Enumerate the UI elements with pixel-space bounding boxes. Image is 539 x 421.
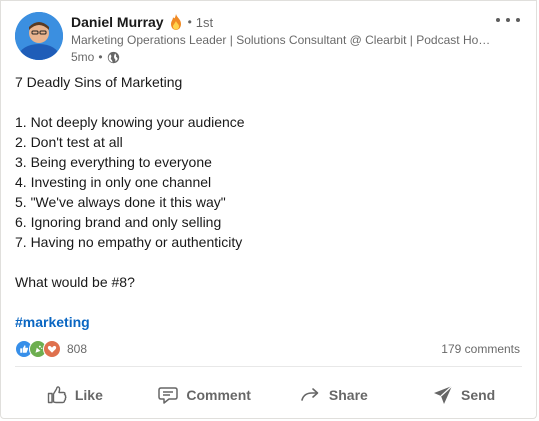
actions-divider [15, 366, 522, 367]
reactions-summary[interactable]: 808 [15, 340, 87, 358]
more-options-icon[interactable] [496, 11, 520, 29]
send-label: Send [461, 387, 496, 403]
author-name[interactable]: Daniel Murray [71, 14, 164, 30]
fire-icon [169, 14, 183, 30]
post-time: 5mo [71, 50, 95, 64]
post-line: 4. Investing in only one channel [15, 174, 212, 190]
feed-post-card: Daniel Murray • 1st Marketing Operations… [0, 0, 537, 419]
social-actions-bar: Like Comment Share Send [9, 373, 528, 417]
post-line: 2. Don't test at all [15, 134, 123, 150]
post-line: 3. Being everything to everyone [15, 154, 212, 170]
author-headline: Marketing Operations Leader | Solutions … [71, 33, 491, 47]
share-button[interactable]: Share [269, 373, 399, 417]
post-line: 1. Not deeply knowing your audience [15, 114, 245, 130]
share-label: Share [328, 387, 368, 403]
post-line: 7. Having no empathy or authenticity [15, 234, 243, 250]
comment-button[interactable]: Comment [139, 373, 269, 417]
post-line: What would be #8? [15, 274, 135, 290]
send-button[interactable]: Send [398, 373, 528, 417]
post-line: 7 Deadly Sins of Marketing [15, 74, 183, 90]
hashtag-link[interactable]: #marketing [15, 312, 90, 332]
globe-icon [107, 51, 120, 64]
connection-degree: 1st [195, 14, 214, 30]
meta-separator: • [98, 50, 103, 64]
comment-bubble-icon [158, 387, 179, 404]
thumbs-up-icon [47, 386, 67, 404]
like-label: Like [74, 387, 103, 403]
like-button[interactable]: Like [9, 373, 139, 417]
post-line: 5. "We've always done it this way" [15, 194, 226, 210]
share-arrow-icon [301, 388, 319, 401]
post-meta: 5mo • [71, 49, 120, 65]
post-line [15, 252, 515, 272]
post-line: 6. Ignoring brand and only selling [15, 214, 222, 230]
comment-label: Comment [186, 387, 251, 403]
post-line [15, 92, 515, 112]
send-paper-plane-icon [434, 385, 453, 404]
author-name-row: Daniel Murray • 1st [71, 12, 213, 32]
comments-count-link[interactable]: 179 comments [441, 342, 520, 356]
love-icon [43, 340, 61, 358]
reaction-count: 808 [67, 342, 88, 356]
post-body: 7 Deadly Sins of Marketing 1. Not deeply… [15, 72, 515, 292]
separator-dot: • [187, 15, 192, 29]
author-avatar[interactable] [15, 12, 63, 60]
